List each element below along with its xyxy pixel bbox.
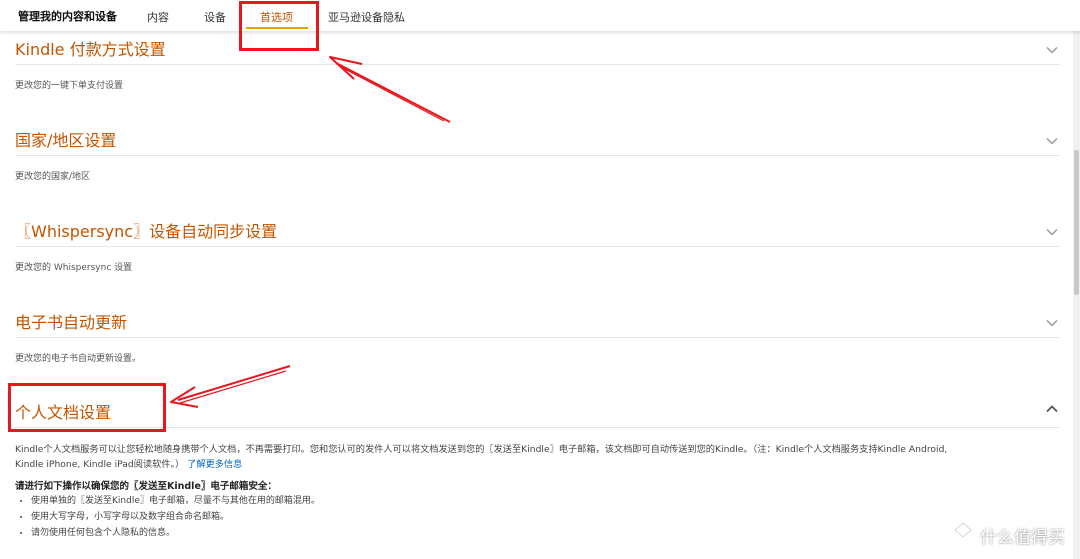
section-description: 更改您的一键下单支付设置 [15, 81, 124, 91]
page-scrollbar[interactable] [1073, 0, 1080, 559]
watermark-logo-icon [953, 521, 973, 548]
section-title: Kindle 付款方式设置 [15, 40, 166, 59]
divider [15, 337, 1060, 338]
page-title: 管理我的内容和设备 [18, 10, 117, 23]
section-description: 更改您的电子书自动更新设置。 [15, 354, 142, 364]
section-title: 个人文档设置 [15, 403, 112, 422]
chevron-down-icon[interactable] [1046, 46, 1058, 54]
scrollbar-thumb[interactable] [1074, 150, 1079, 295]
divider [15, 427, 1060, 428]
personal-docs-intro: Kindle个人文档服务可以让您轻松地随身携带个人文档，不再需要打印。您和您认可… [15, 444, 948, 455]
section-title: 电子书自动更新 [15, 313, 128, 332]
site-watermark: 什么值得买 [952, 518, 1065, 552]
section-personal-documents[interactable]: 个人文档设置 [15, 398, 1060, 430]
personal-docs-intro-continued: Kindle iPhone, Kindle iPad阅读软件。） 了解更多信息 [15, 456, 242, 470]
chevron-down-icon[interactable] [1046, 319, 1058, 327]
chevron-down-icon[interactable] [1046, 228, 1058, 236]
top-navigation: 管理我的内容和设备 内容 设备 首选项 亚马逊设备隐私 [0, 0, 1080, 31]
list-item: 请勿使用任何包含个人隐私的信息。 [31, 528, 320, 539]
list-item: 使用大写字母，小写字母以及数字组合命名邮箱。 [31, 512, 320, 523]
tab-preferences[interactable]: 首选项 [260, 9, 293, 25]
section-kindle-payment[interactable]: Kindle 付款方式设置 更改您的一键下单支付设置 [15, 35, 1060, 95]
chevron-down-icon[interactable] [1046, 137, 1058, 145]
chevron-up-icon[interactable] [1046, 405, 1058, 413]
tab-device-privacy[interactable]: 亚马逊设备隐私 [328, 9, 405, 25]
list-item: 使用单独的〖发送至Kindle〗电子邮箱，尽量不与其他在用的邮箱混用。 [31, 496, 320, 507]
section-ebook-auto-update[interactable]: 电子书自动更新 更改您的电子书自动更新设置。 [15, 308, 1060, 368]
section-title: 〖Whispersync〗设备自动同步设置 [15, 222, 278, 241]
divider [15, 64, 1060, 65]
tab-devices[interactable]: 设备 [204, 9, 226, 25]
section-country-region[interactable]: 国家/地区设置 更改您的国家/地区 [15, 126, 1060, 186]
divider [15, 246, 1060, 247]
email-safety-list: 使用单独的〖发送至Kindle〗电子邮箱，尽量不与其他在用的邮箱混用。 使用大写… [15, 496, 320, 544]
section-description: 更改您的国家/地区 [15, 172, 91, 182]
personal-docs-intro-line2: Kindle iPhone, Kindle iPad阅读软件。） [15, 459, 185, 470]
section-title: 国家/地区设置 [15, 131, 117, 150]
divider [15, 155, 1060, 156]
learn-more-link[interactable]: 了解更多信息 [187, 459, 242, 470]
watermark-text: 什么值得买 [980, 527, 1065, 548]
active-tab-indicator [246, 27, 308, 29]
email-safety-heading: 请进行如下操作以确保您的〖发送至Kindle〗电子邮箱安全： [15, 481, 277, 492]
section-description: 更改您的 Whispersync 设置 [15, 263, 133, 273]
tab-content[interactable]: 内容 [147, 9, 169, 25]
section-whispersync[interactable]: 〖Whispersync〗设备自动同步设置 更改您的 Whispersync 设… [15, 217, 1060, 277]
